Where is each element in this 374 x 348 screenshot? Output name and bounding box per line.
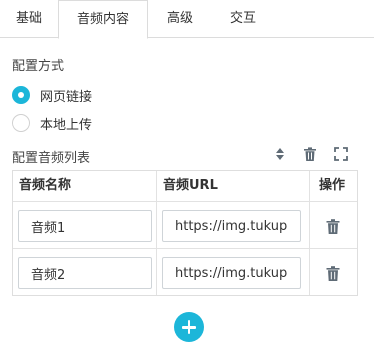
add-audio-button[interactable] (174, 312, 204, 342)
radio-web-link[interactable]: 网页链接 (12, 85, 92, 105)
column-header-action: 操作 (319, 178, 346, 193)
column-header-name: 音频名称 (19, 178, 72, 193)
fullscreen-icon[interactable] (333, 146, 349, 162)
tab-bar: 基础 音频内容 高级 交互 (0, 0, 374, 39)
tab-interaction[interactable]: 交互 (212, 0, 274, 38)
radio-unchecked-icon (12, 114, 30, 132)
header-divider (13, 201, 357, 202)
column-header-url: 音频URL (163, 178, 218, 193)
audio-table: 音频名称 音频URL 操作 (12, 170, 358, 296)
audio-list-label: 配置音频列表 (12, 151, 91, 166)
audio-name-input[interactable] (18, 210, 152, 242)
column-divider (309, 171, 310, 295)
audio-settings-panel: 基础 音频内容 高级 交互 配置方式 网页链接 本地上传 配置音频列表 音频名称… (0, 0, 374, 348)
audio-url-input[interactable] (162, 257, 301, 289)
row-divider (13, 248, 357, 249)
radio-checked-icon (12, 86, 30, 104)
trash-icon[interactable] (302, 146, 318, 162)
sort-icon[interactable] (272, 146, 288, 162)
audio-name-input[interactable] (18, 257, 152, 289)
radio-local-upload[interactable]: 本地上传 (12, 113, 92, 133)
column-divider (156, 171, 157, 295)
delete-row-trash-icon[interactable] (325, 265, 341, 282)
radio-web-link-label: 网页链接 (40, 89, 93, 105)
tab-basic[interactable]: 基础 (0, 0, 58, 38)
radio-local-upload-label: 本地上传 (40, 117, 93, 133)
tab-advanced[interactable]: 高级 (148, 0, 212, 38)
delete-row-trash-icon[interactable] (325, 218, 341, 235)
audio-url-input[interactable] (162, 210, 301, 242)
config-mode-label: 配置方式 (12, 59, 65, 74)
tab-audio-content[interactable]: 音频内容 (58, 0, 148, 39)
